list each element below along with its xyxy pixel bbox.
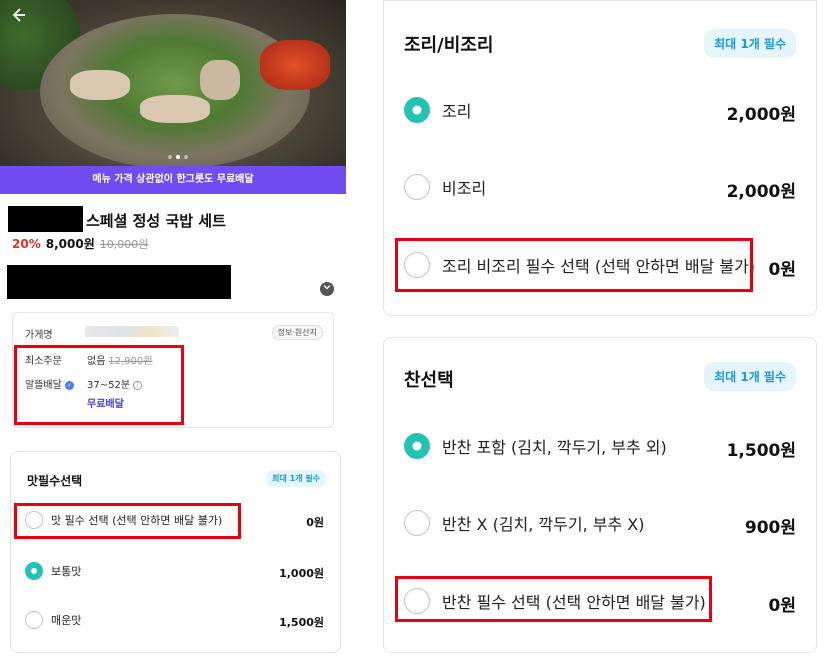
delivery-time: 37~52분 i <box>87 376 143 391</box>
option-row[interactable]: 보통맛 <box>25 562 81 580</box>
redacted-block <box>8 206 83 232</box>
back-button[interactable] <box>6 6 30 30</box>
radio-button[interactable] <box>404 252 430 278</box>
option-label: 보통맛 <box>51 565 82 578</box>
option-label: 맛 필수 선택 (선택 안하면 배달 불가) <box>51 514 223 527</box>
menu-title: 스페셜 정성 국밥 세트 <box>86 212 226 230</box>
option-label: 반찬 필수 선택 (선택 안하면 배달 불가) <box>442 593 706 612</box>
radio-button[interactable] <box>404 510 430 536</box>
redacted-block <box>7 265 231 299</box>
free-delivery-link[interactable]: 무료배달 <box>87 395 124 410</box>
arrow-left-icon <box>12 8 25 22</box>
photo-meat <box>70 70 130 100</box>
photo-meat <box>140 95 210 123</box>
card-title: 맛필수선택 <box>27 474 83 488</box>
option-price: 1,500원 <box>726 441 796 461</box>
carousel-dot <box>184 155 188 159</box>
sale-price: 8,000원 <box>45 237 95 251</box>
delivery-badge-icon: ✓ <box>65 380 74 390</box>
min-order-amount: 없음 <box>87 356 106 367</box>
card-title: 조리/비조리 <box>404 35 494 56</box>
store-name-label: 가게명 <box>25 330 53 341</box>
option-row[interactable]: 반찬 포함 (김치, 깍두기, 부추 외) <box>404 433 667 459</box>
option-price: 0원 <box>306 516 324 529</box>
option-row[interactable]: 조리 비조리 필수 선택 (선택 안하면 배달 불가) <box>404 252 755 278</box>
radio-button-selected[interactable] <box>404 97 430 123</box>
option-label: 조리 비조리 필수 선택 (선택 안하면 배달 불가) <box>442 257 756 276</box>
discount-rate: 20% <box>12 237 41 251</box>
option-price: 0원 <box>768 260 796 280</box>
cook-option-card: 조리/비조리 최대 1개 필수 조리 2,000원 비조리 2,000원 조리 … <box>383 0 817 316</box>
menu-photo <box>0 0 346 166</box>
option-label: 반찬 포함 (김치, 깍두기, 부추 외) <box>442 438 667 457</box>
carousel-dot-active <box>176 155 180 159</box>
min-order-label: 최소주문 <box>25 356 62 367</box>
option-row[interactable]: 반찬 필수 선택 (선택 안하면 배달 불가) <box>404 588 706 614</box>
store-info-button[interactable]: 정보·원산지 <box>271 325 323 340</box>
card-title: 찬선택 <box>404 370 454 391</box>
option-row[interactable]: 매운맛 <box>25 611 81 629</box>
taste-option-card: 맛필수선택 최대 1개 필수 맛 필수 선택 (선택 안하면 배달 불가) 0원… <box>10 451 341 653</box>
delivery-label: 알뜰배달 ✓ <box>25 376 74 391</box>
carousel-dots <box>168 155 188 159</box>
option-row[interactable]: 비조리 <box>404 174 486 200</box>
option-price: 1,000원 <box>279 567 324 580</box>
option-label: 반찬 X (김치, 깍두기, 부추 X) <box>442 515 645 534</box>
option-price: 0원 <box>768 596 796 616</box>
blurred-store-name <box>85 326 179 337</box>
option-price: 1,500원 <box>279 616 324 629</box>
side-dish-option-card: 찬선택 최대 1개 필수 반찬 포함 (김치, 깍두기, 부추 외) 1,500… <box>383 337 817 653</box>
chevron-down-icon <box>323 285 331 290</box>
store-info-card: 가게명 정보·원산지 최소주문 없음 12,900원 알뜰배달 ✓ 37~52분 i… <box>12 312 334 428</box>
required-badge: 최대 1개 필수 <box>704 29 796 58</box>
carousel-dot <box>168 155 172 159</box>
min-order-strike: 12,900원 <box>108 356 153 367</box>
photo-sausage <box>200 60 240 100</box>
price-row: 20% 8,000원 10,000원 <box>12 235 148 252</box>
required-badge: 최대 1개 필수 <box>266 470 326 487</box>
option-row[interactable]: 맛 필수 선택 (선택 안하면 배달 불가) <box>25 511 222 529</box>
option-price: 2,000원 <box>726 105 796 125</box>
photo-kimchi <box>260 40 330 90</box>
option-label: 매운맛 <box>51 614 82 627</box>
menu-detail-panel: 메뉴 가격 상관없이 한그릇도 무료배달 스페셜 정성 국밥 세트 20% 8,… <box>0 0 346 665</box>
radio-button[interactable] <box>404 174 430 200</box>
delivery-time-value: 37~52분 <box>87 380 131 391</box>
option-price: 900원 <box>744 518 796 538</box>
radio-button-selected[interactable] <box>404 433 430 459</box>
option-price: 2,000원 <box>726 182 796 202</box>
required-badge: 최대 1개 필수 <box>704 362 796 391</box>
option-row[interactable]: 조리 <box>404 97 471 123</box>
delivery-type: 알뜰배달 <box>25 380 62 391</box>
promo-banner: 메뉴 가격 상관없이 한그릇도 무료배달 <box>0 166 346 194</box>
info-icon[interactable]: i <box>133 380 143 390</box>
option-row[interactable]: 반찬 X (김치, 깍두기, 부추 X) <box>404 510 645 536</box>
radio-button[interactable] <box>25 511 43 529</box>
radio-button[interactable] <box>404 588 430 614</box>
min-order-value: 없음 12,900원 <box>87 352 153 367</box>
option-label: 조리 <box>442 102 472 121</box>
original-price: 10,000원 <box>99 238 149 251</box>
option-label: 비조리 <box>442 179 487 198</box>
radio-button[interactable] <box>25 611 43 629</box>
expand-button[interactable] <box>320 282 334 296</box>
radio-button-selected[interactable] <box>25 562 43 580</box>
